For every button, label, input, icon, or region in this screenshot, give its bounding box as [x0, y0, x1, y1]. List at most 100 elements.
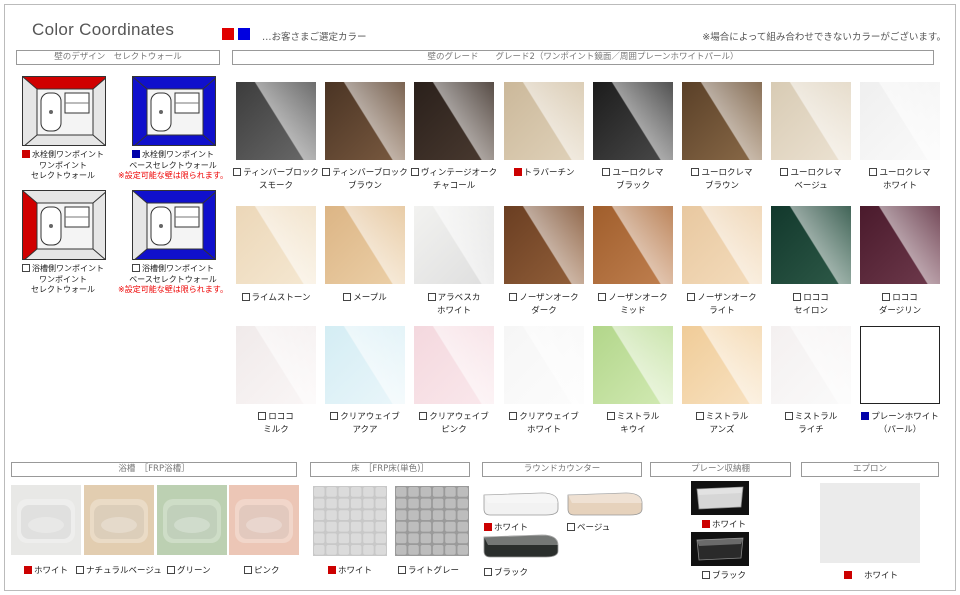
wall-grade-subname: ブラウン [347, 181, 382, 191]
wall-grade-checkbox[interactable] [427, 293, 436, 301]
wall-grade-swatch[interactable] [593, 326, 673, 404]
bath-label-text: ナチュラルベージュ [86, 566, 162, 576]
wall-grade-checkbox[interactable] [258, 412, 267, 420]
wall-design-checkbox[interactable] [22, 264, 30, 272]
bath-label-checkbox[interactable] [244, 566, 252, 574]
wall-grade-swatch[interactable] [504, 82, 584, 160]
shelf-label-checkbox[interactable] [702, 571, 710, 579]
wall-design-label-text: 水栓側ワンポイント [142, 150, 214, 159]
wall-grade-checkbox[interactable] [509, 293, 518, 301]
swatch-gloss [236, 82, 316, 160]
wall-grade-label-line: プレーンホワイト [850, 411, 950, 424]
wall-grade-swatch[interactable] [414, 82, 494, 160]
bath-swatch[interactable] [11, 485, 81, 555]
wall-grade-checkbox[interactable] [233, 168, 242, 176]
wall-design-checkbox[interactable] [22, 150, 30, 158]
wall-design-label: 浴槽側ワンポイント ベースセレクトウォール ※設定可能な壁は限られます。 [118, 264, 228, 296]
wall-grade-swatch[interactable] [325, 326, 405, 404]
wall-grade-checkbox[interactable] [322, 168, 331, 176]
apron-swatch[interactable] [820, 483, 920, 563]
wall-grade-swatch[interactable] [414, 326, 494, 404]
wall-grade-checkbox[interactable] [602, 168, 611, 176]
wall-grade-swatch[interactable] [771, 326, 851, 404]
wall-grade-subname: ダーク [531, 306, 557, 316]
shelf-label-text: ブラック [712, 571, 747, 581]
shelf-swatch[interactable] [691, 532, 749, 566]
counter-label-checkbox[interactable] [567, 523, 575, 531]
wall-grade-subname: ホワイト [436, 306, 471, 316]
wall-grade-swatch[interactable] [682, 206, 762, 284]
wall-design-diagram[interactable] [132, 76, 216, 146]
floor-label-checkbox[interactable] [328, 566, 336, 574]
counter-label-checkbox[interactable] [484, 523, 492, 531]
counter-label: ベージュ [567, 521, 610, 533]
wall-grade-swatch[interactable] [771, 82, 851, 160]
counter-swatch[interactable] [482, 533, 560, 559]
bath-label-checkbox[interactable] [167, 566, 175, 574]
wall-grade-label: ミストラル アンズ [672, 411, 772, 437]
wall-grade-checkbox[interactable] [793, 293, 802, 301]
wall-grade-swatch[interactable] [236, 326, 316, 404]
shelf-label-checkbox[interactable] [702, 520, 710, 528]
wall-grade-swatch[interactable] [593, 206, 673, 284]
floor-swatch[interactable] [395, 486, 469, 556]
bath-swatch[interactable] [157, 485, 227, 555]
apron-label-checkbox[interactable] [844, 571, 852, 579]
wall-design-label-text: ベースセレクトウォール [129, 160, 217, 170]
wall-grade-swatch[interactable] [860, 82, 940, 160]
bath-swatch[interactable] [229, 485, 299, 555]
wall-grade-checkbox[interactable] [784, 412, 793, 420]
wall-grade-swatch[interactable] [414, 206, 494, 284]
floor-label-text: ホワイト [338, 566, 373, 576]
wall-grade-checkbox[interactable] [598, 293, 607, 301]
wall-grade-checkbox[interactable] [343, 293, 352, 301]
wall-grade-subname: アクア [352, 425, 378, 435]
shelf-swatch[interactable] [691, 481, 749, 515]
floor-label-checkbox[interactable] [398, 566, 406, 574]
bath-label-checkbox[interactable] [24, 566, 32, 574]
wall-grade-label: プレーンホワイト （パール） [850, 411, 950, 437]
wall-grade-checkbox[interactable] [861, 412, 870, 420]
wall-grade-swatch[interactable] [504, 206, 584, 284]
wall-grade-checkbox[interactable] [691, 168, 700, 176]
bath-swatch[interactable] [84, 485, 154, 555]
wall-design-diagram[interactable] [22, 76, 106, 146]
wall-grade-swatch[interactable] [236, 82, 316, 160]
wall-grade-swatch[interactable] [682, 82, 762, 160]
wall-design-diagram[interactable] [22, 190, 106, 260]
wall-grade-swatch[interactable] [236, 206, 316, 284]
bath-label-checkbox[interactable] [76, 566, 84, 574]
wall-grade-swatch[interactable] [593, 82, 673, 160]
wall-grade-swatch[interactable] [860, 206, 940, 284]
counter-swatch[interactable] [566, 491, 644, 517]
swatch-gloss [860, 206, 940, 284]
counter-swatch[interactable] [482, 491, 560, 517]
wall-grade-swatch[interactable] [682, 326, 762, 404]
wall-grade-checkbox[interactable] [687, 293, 696, 301]
wall-grade-checkbox[interactable] [509, 412, 518, 420]
wall-grade-checkbox[interactable] [882, 293, 891, 301]
wall-design-checkbox[interactable] [132, 264, 140, 272]
wall-design-checkbox[interactable] [132, 150, 140, 158]
wall-grade-checkbox[interactable] [606, 412, 615, 420]
floor-swatch[interactable] [313, 486, 387, 556]
wall-grade-swatch[interactable] [325, 82, 405, 160]
wall-grade-checkbox[interactable] [869, 168, 878, 176]
wall-grade-swatch[interactable] [325, 206, 405, 284]
wall-grade-swatch[interactable] [771, 206, 851, 284]
counter-label-checkbox[interactable] [484, 568, 492, 576]
swatch-gloss [325, 206, 405, 284]
swatch-gloss [504, 326, 584, 404]
wall-grade-checkbox[interactable] [780, 168, 789, 176]
wall-grade-checkbox[interactable] [695, 412, 704, 420]
wall-grade-checkbox[interactable] [419, 412, 428, 420]
wall-grade-checkbox[interactable] [330, 412, 339, 420]
wall-grade-label-line: ミストラル [583, 411, 683, 424]
wall-design-label-line: ベースセレクトウォール [118, 275, 228, 286]
wall-grade-checkbox[interactable] [241, 293, 250, 301]
wall-design-diagram[interactable] [132, 190, 216, 260]
wall-grade-checkbox[interactable] [513, 168, 522, 176]
wall-grade-swatch[interactable] [504, 326, 584, 404]
wall-grade-checkbox[interactable] [410, 168, 419, 176]
wall-grade-swatch[interactable] [860, 326, 940, 404]
